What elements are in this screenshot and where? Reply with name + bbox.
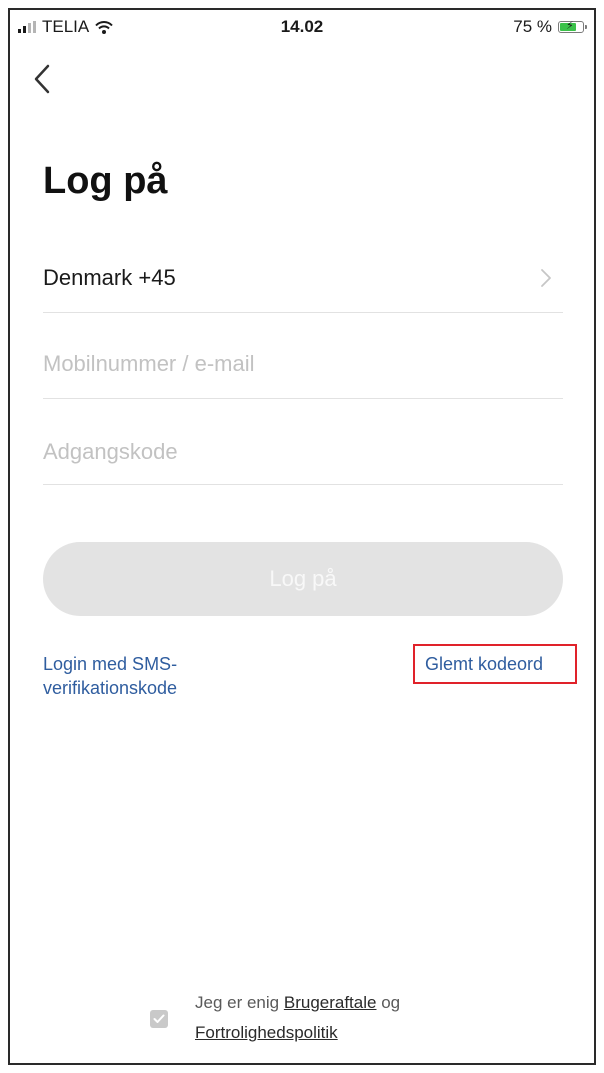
country-value: Denmark +45 [43,265,176,290]
status-right: 75 % ⚡ [513,17,587,37]
phone-email-input[interactable] [43,349,563,379]
agreement-text: Jeg er enig Brugeraftale og Fortrolighed… [195,988,515,1048]
checkmark-icon [153,1014,165,1023]
page-title: Log på [43,160,168,202]
privacy-policy-link[interactable]: Fortrolighedspolitik [195,1023,338,1042]
phone-email-field-row [43,313,563,399]
charging-bolt-icon: ⚡ [566,20,574,32]
clock: 14.02 [280,17,324,36]
password-input[interactable] [43,437,563,467]
phone-screen: TELIA 14.02 75 % ⚡ Log på Denmark +45 Mo… [8,8,596,1065]
user-agreement-link[interactable]: Brugeraftale [284,993,377,1012]
forgot-password-highlight: Glemt kodeord [413,644,577,684]
agreement-prefix: Jeg er enig [195,993,280,1012]
agreement-conjunction: og [381,993,401,1012]
battery-icon: ⚡ [558,20,587,33]
back-button[interactable] [28,60,58,98]
status-bar: TELIA 14.02 75 % ⚡ [10,10,594,44]
chevron-left-icon [34,64,50,94]
sms-login-link[interactable]: Login med SMS-verifikationskode [43,652,263,700]
agree-checkbox[interactable] [150,1010,168,1028]
login-button[interactable]: Log på [43,542,563,616]
battery-percent: 75 % [513,17,552,36]
country-selector[interactable]: Denmark +45 [43,227,563,313]
password-field-row [43,399,563,485]
forgot-password-link[interactable]: Glemt kodeord [425,654,543,675]
chevron-right-icon [541,269,551,287]
